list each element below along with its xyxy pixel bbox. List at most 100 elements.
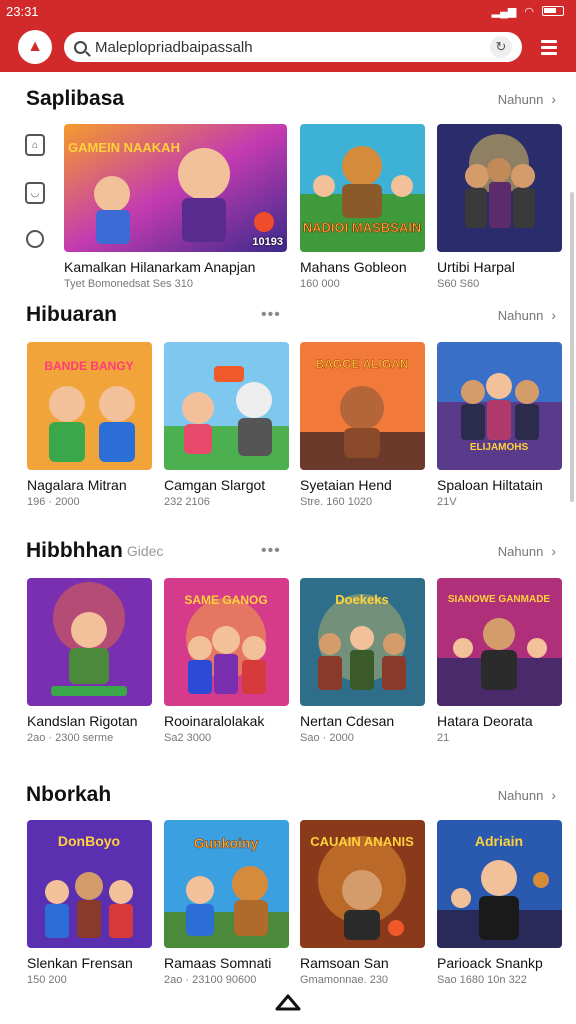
game-title: Camgan Slargot [164,477,266,493]
game-card[interactable]: SAME GANOG Rooinaralolakak Sa2 3000 [164,578,289,744]
game-meta: 150 200 [27,974,67,986]
game-thumbnail[interactable]: DonBoyo [27,820,152,948]
game-meta: Sao · 2000 [300,732,354,744]
game-card[interactable]: BAGGE ALIGAN Syetaian Hend Stre. 160 102… [300,342,425,508]
search-bar[interactable]: ↻ [64,32,522,62]
game-meta: Tyet Bomonedsat Ses 310 [64,278,194,290]
game-title: Nagalara Mitran [27,477,127,493]
section-header: Nborkah Nahunn › [26,780,556,810]
game-thumbnail[interactable]: BAGGE ALIGAN [300,342,425,470]
search-input[interactable] [95,38,482,56]
game-art-title: Doekeks [335,592,388,607]
scrollbar[interactable] [570,192,574,502]
game-thumbnail[interactable]: SIANOWE GANMADE [437,578,562,706]
game-thumbnail[interactable] [164,342,289,470]
game-card[interactable]: Camgan Slargot 232 2106 [164,342,289,508]
see-more-link[interactable]: Nahunn › [498,307,556,323]
game-thumbnail[interactable] [27,578,152,706]
game-thumbnail[interactable]: NADIOI MASBSAIN [300,124,425,252]
game-meta: 21V [437,496,457,508]
app-logo-icon[interactable]: ▲ [18,30,52,64]
game-title: Kamalkan Hilanarkam Anapjan [64,259,256,275]
bag-icon[interactable]: ◡ [25,182,45,204]
see-more-link[interactable]: Nahunn › [498,91,556,107]
game-meta: 2ao · 23100 90600 [164,974,257,986]
game-art: Adriain [437,820,562,948]
see-more-label: Nahunn [497,91,544,107]
game-meta: 232 2106 [164,496,210,508]
game-art: SIANOWE GANMADE [437,578,562,706]
game-thumbnail[interactable]: Adriain [437,820,562,948]
status-bar: 23:31 ▂▄▆ ◠ [0,0,576,22]
game-meta: Sao 1680 10n 322 [437,974,527,986]
thumbnail-badge: 10193 [252,236,283,248]
game-thumbnail[interactable]: BANDE BANGY [27,342,152,470]
section-header: Saplibasa Nahunn › [26,84,556,114]
game-meta: 21 [437,732,450,744]
chevron-right-icon: › [551,91,556,107]
game-thumbnail[interactable]: ELIJAMOHS [437,342,562,470]
see-more-link[interactable]: Nahunn › [498,787,556,803]
game-art: ELIJAMOHS [437,342,562,470]
game-card[interactable]: Kandslan Rigotan 2ao · 2300 serme [27,578,152,744]
status-icons: ▂▄▆ ◠ [492,5,564,18]
section-title: Hibuaran [26,303,118,326]
game-art: DonBoyo [27,820,152,948]
game-title: Ramaas Somnati [164,955,272,971]
app-bar: ▲ ↻ [0,22,576,72]
game-card[interactable]: SIANOWE GANMADE Hatara Deorata 21 [437,578,562,744]
game-title: Spaloan Hiltatain [437,477,543,493]
game-art: CAUAIN ANANIS [300,820,425,948]
game-title: Slenkan Frensan [27,955,133,971]
game-card[interactable]: Urtibi Harpal S60 S60 [437,124,562,290]
game-title: Urtibi Harpal [437,259,515,275]
game-card[interactable]: DonBoyo Slenkan Frensan 150 200 [27,820,152,986]
search-icon [74,40,87,54]
section-header: Hibbhhan Gidec ••• Nahunn › [26,536,556,566]
game-thumbnail[interactable] [437,124,562,252]
game-thumbnail[interactable]: Gunkoiny [164,820,289,948]
section-title: Saplibasa [26,87,125,110]
more-options-icon[interactable]: ••• [261,306,281,324]
home-indicator-icon[interactable] [274,992,302,1012]
battery-icon [542,6,564,16]
game-art: BANDE BANGY [27,342,152,470]
game-card[interactable]: Gunkoiny Ramaas Somnati 2ao · 23100 9060… [164,820,289,986]
menu-icon-line [541,45,557,49]
game-card[interactable]: GAMEIN NAAKAH 10193 Kamalkan Hilanarkam … [64,124,287,290]
game-meta: 2ao · 2300 serme [27,732,114,744]
game-card[interactable]: Doekeks Nertan Cdesan Sao · 2000 [300,578,425,744]
game-title: Parioack Snankp [437,955,543,971]
more-options-icon[interactable]: ••• [261,542,281,560]
game-thumbnail[interactable]: GAMEIN NAAKAH 10193 [64,124,287,252]
game-art-title: SIANOWE GANMADE [448,594,551,605]
game-title: Hatara Deorata [437,713,533,729]
see-more-link[interactable]: Nahunn › [498,543,556,559]
game-art: Gunkoiny [164,820,289,948]
game-card[interactable]: Adriain Parioack Snankp Sao 1680 10n 322 [437,820,562,986]
game-meta: Sa2 3000 [164,732,212,744]
game-card[interactable]: ELIJAMOHS Spaloan Hiltatain 21V [437,342,562,508]
game-card[interactable]: CAUAIN ANANIS Ramsoan San Gmamonnae. 230 [300,820,425,986]
game-thumbnail[interactable]: Doekeks [300,578,425,706]
game-title: Rooinaralolakak [164,713,265,729]
game-art [27,578,152,706]
game-card[interactable]: BANDE BANGY Nagalara Mitran 196 · 2000 [27,342,152,508]
game-art-title: GAMEIN NAAKAH [68,140,180,155]
game-art [437,124,562,252]
main-content: Saplibasa Nahunn › ⌂ ◡ GAMEIN NAAKAH 1019… [0,72,576,1024]
section-title: Nborkah [26,783,112,806]
see-more-label: Nahunn [497,787,544,803]
profile-icon[interactable] [26,230,44,248]
menu-icon-line [541,51,557,55]
game-title: Mahans Gobleon [300,259,407,275]
game-art-title: NADIOI MASBSAIN [303,220,421,235]
status-time: 23:31 [6,3,39,19]
game-art: NADIOI MASBSAIN [300,124,425,252]
menu-button[interactable] [534,32,564,62]
refresh-icon[interactable]: ↻ [490,36,512,58]
game-thumbnail[interactable]: SAME GANOG [164,578,289,706]
game-thumbnail[interactable]: CAUAIN ANANIS [300,820,425,948]
game-card[interactable]: NADIOI MASBSAIN Mahans Gobleon 160 000 [300,124,425,290]
home-icon[interactable]: ⌂ [25,134,45,156]
